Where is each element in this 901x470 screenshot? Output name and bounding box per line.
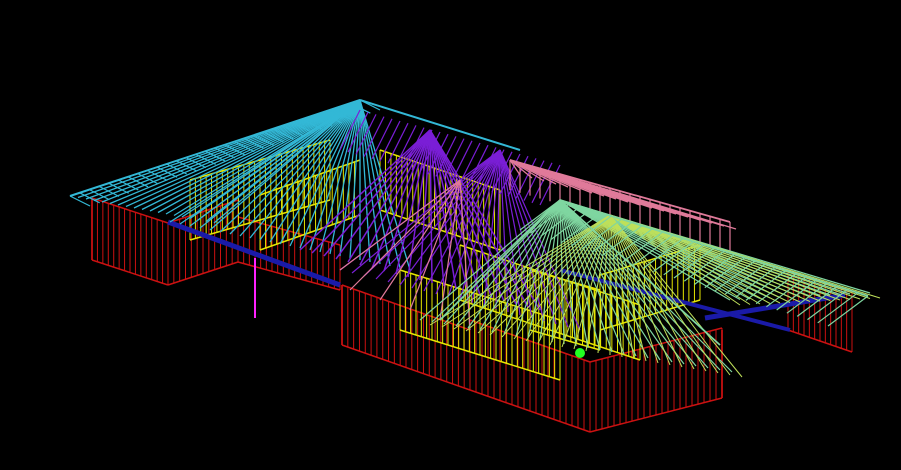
- roof-truss: [359, 99, 381, 265]
- roof-truss: [199, 99, 361, 229]
- roof-truss: [69, 195, 91, 207]
- wireframe-model[interactable]: [0, 0, 901, 470]
- roof-truss: [451, 140, 473, 182]
- cad-3d-viewport[interactable]: [0, 0, 901, 470]
- roof-truss: [387, 122, 409, 164]
- ucs-origin-marker: [575, 348, 585, 358]
- ridge: [359, 99, 521, 151]
- roof-truss: [429, 129, 541, 311]
- roof-truss: [79, 192, 100, 204]
- ridge: [69, 99, 361, 197]
